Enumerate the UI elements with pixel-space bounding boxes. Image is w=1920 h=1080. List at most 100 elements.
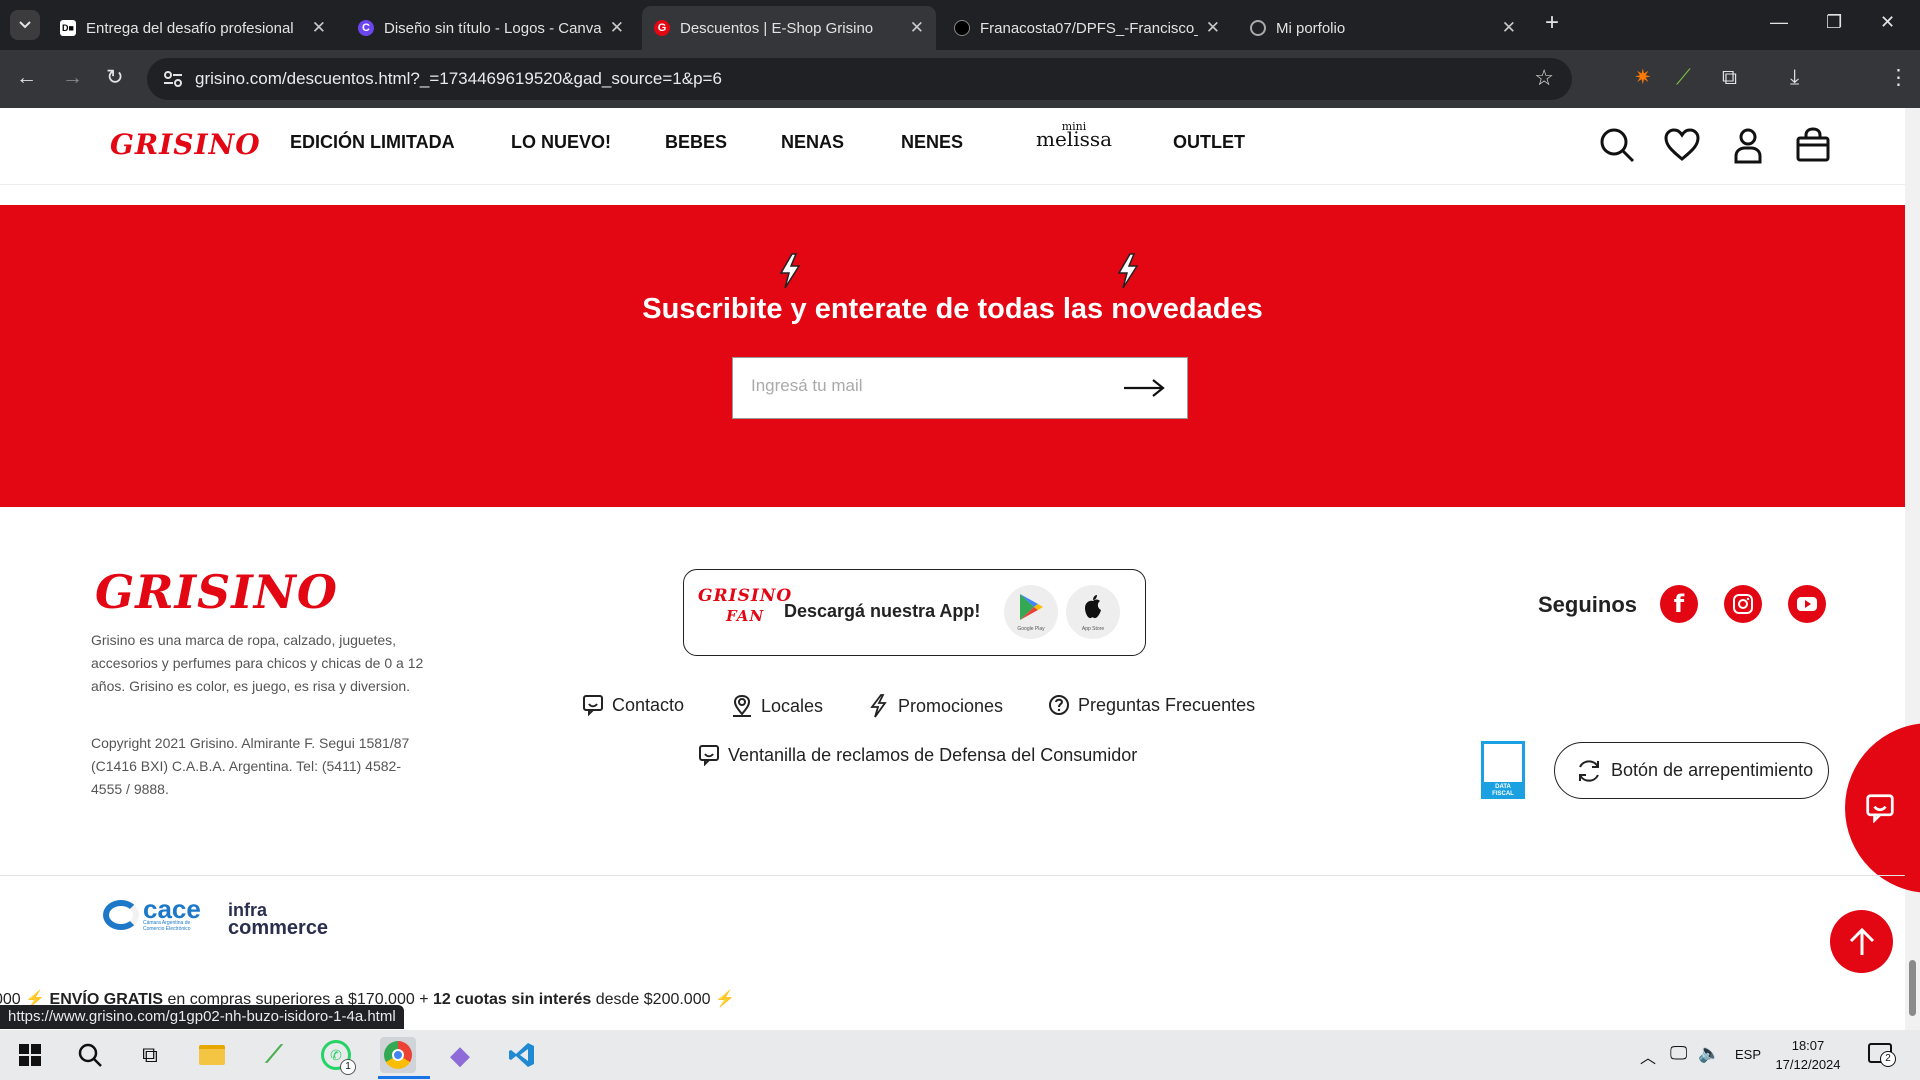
arrow-right-icon[interactable] xyxy=(1123,378,1165,398)
lightning-icon xyxy=(779,253,801,289)
new-tab-button[interactable]: + xyxy=(1545,9,1559,37)
whatsapp-badge: 1 xyxy=(340,1059,356,1075)
chevron-down-icon xyxy=(19,21,31,29)
search-icon[interactable] xyxy=(72,1037,108,1073)
browser-tab[interactable]: D■ Entrega del desafío profesional ✕ xyxy=(48,6,338,50)
stores-link[interactable]: Locales xyxy=(731,694,823,718)
infracommerce-logo[interactable]: infra commerce xyxy=(228,901,328,938)
brand-description: Grisino es una marca de ropa, calzado, j… xyxy=(91,632,424,694)
shopping-bag-icon[interactable] xyxy=(1794,126,1832,164)
minimize-button[interactable]: — xyxy=(1770,12,1788,33)
nav-bebes[interactable]: BEBES xyxy=(665,132,727,153)
menu-kebab-icon[interactable]: ⋮ xyxy=(1888,64,1909,92)
file-explorer-icon[interactable] xyxy=(194,1037,230,1073)
clock-time: 18:07 xyxy=(1791,1038,1825,1053)
facebook-icon[interactable]: f xyxy=(1660,585,1698,623)
data-fiscal-qr[interactable]: DATA FISCAL xyxy=(1481,741,1525,799)
contact-link[interactable]: Contacto xyxy=(582,694,684,716)
browser-tab[interactable]: Mi porfolio ✕ xyxy=(1238,6,1528,50)
search-icon[interactable] xyxy=(1598,126,1636,164)
consumer-complaints-label: Ventanilla de reclamos de Defensa del Co… xyxy=(728,744,1138,765)
nav-outlet[interactable]: OUTLET xyxy=(1173,132,1245,153)
language-indicator[interactable]: ESP xyxy=(1735,1047,1761,1062)
url-text[interactable]: grisino.com/descuentos.html?_=1734469619… xyxy=(195,69,722,89)
refresh-icon xyxy=(1579,759,1599,782)
app-diamond-icon[interactable]: ◆ xyxy=(442,1037,478,1073)
user-icon[interactable] xyxy=(1729,126,1767,164)
site-settings-icon[interactable] xyxy=(163,70,183,88)
data-fiscal-label: DATA FISCAL xyxy=(1492,784,1514,797)
forward-icon[interactable]: → xyxy=(62,64,83,92)
nav-nenas[interactable]: NENAS xyxy=(781,132,844,153)
volume-icon[interactable]: 🔈 xyxy=(1698,1043,1720,1064)
chat-smile-icon xyxy=(583,695,603,716)
scrollbar-thumb[interactable] xyxy=(1909,960,1916,1016)
back-icon[interactable]: ← xyxy=(16,64,37,92)
promotions-label: Promociones xyxy=(898,695,1004,716)
close-icon[interactable]: ✕ xyxy=(910,18,924,38)
footer-divider xyxy=(0,875,1905,876)
notification-icon[interactable]: 2 xyxy=(1868,1043,1896,1067)
reload-icon[interactable]: ↻ xyxy=(106,64,124,92)
app-download-box[interactable]: GRISINO FAN Descargá nuestra App! Google… xyxy=(683,569,1146,656)
extension-chart-icon[interactable]: ⟋ xyxy=(1676,64,1691,92)
puzzle-icon[interactable]: ⧉ xyxy=(1722,64,1737,92)
download-icon[interactable]: ⤓ xyxy=(1790,64,1799,92)
globe-icon xyxy=(1250,20,1266,36)
chat-smile-icon xyxy=(1866,794,1894,823)
close-icon[interactable]: ✕ xyxy=(1502,18,1516,38)
google-play-badge[interactable]: Google Play xyxy=(1004,585,1058,639)
newsletter-title: Suscribite y enterate de todas las noved… xyxy=(642,293,1263,325)
site-header: GRISINO EDICIÓN LIMITADA LO NUEVO! BEBES… xyxy=(0,108,1905,185)
maximize-button[interactable]: ❐ xyxy=(1826,12,1842,33)
browser-tab-active[interactable]: G Descuentos | E-Shop Grisino ✕ xyxy=(642,6,936,50)
tab-search-button[interactable] xyxy=(10,10,40,40)
withdraw-label: Botón de arrepentimiento xyxy=(1611,760,1814,780)
consumer-complaints-link[interactable]: Ventanilla de reclamos de Defensa del Co… xyxy=(698,744,1137,766)
address-bar[interactable]: grisino.com/descuentos.html?_=1734469619… xyxy=(147,58,1572,100)
close-icon[interactable]: ✕ xyxy=(1206,18,1220,38)
chart-app-icon[interactable]: ⟋ xyxy=(256,1037,292,1073)
browser-tab[interactable]: Franacosta07/DPFS_-Francisco_ ✕ xyxy=(942,6,1232,50)
promotions-link[interactable]: Promociones xyxy=(868,694,1003,718)
cace-logo[interactable]: cace Cámara Argentina de Comercio Electr… xyxy=(103,894,213,932)
instagram-icon[interactable] xyxy=(1724,585,1762,623)
close-window-button[interactable]: ✕ xyxy=(1880,12,1895,33)
back-to-top-button[interactable] xyxy=(1830,910,1893,973)
heart-icon[interactable] xyxy=(1663,126,1701,164)
nav-nenes[interactable]: NENES xyxy=(901,132,963,153)
qr-code-icon xyxy=(1484,744,1522,782)
fan-logo-bottom: FAN xyxy=(726,607,765,625)
installments-text: 12 cuotas sin interés xyxy=(432,991,592,1008)
whatsapp-icon[interactable]: ✆ 1 xyxy=(318,1037,356,1075)
close-icon[interactable]: ✕ xyxy=(312,18,326,38)
nav-edicion-limitada[interactable]: EDICIÓN LIMITADA xyxy=(290,132,455,153)
copyright-text: Copyright 2021 Grisino. Almirante F. Seg… xyxy=(91,735,410,797)
app-store-badge[interactable]: App Store xyxy=(1066,585,1120,639)
network-icon[interactable]: 🖵 xyxy=(1670,1043,1687,1064)
extension-icon[interactable]: ✷ xyxy=(1634,64,1652,92)
youtube-icon[interactable] xyxy=(1788,585,1826,623)
browser-tab[interactable]: C Diseño sin título - Logos - Canva ✕ xyxy=(346,6,636,50)
chevron-up-icon[interactable]: ︿ xyxy=(1640,1044,1656,1068)
chrome-icon[interactable] xyxy=(380,1037,416,1073)
tab-title: Mi porfolio xyxy=(1276,19,1346,37)
withdraw-button[interactable]: Botón de arrepentimiento xyxy=(1554,742,1829,799)
cace-emblem-icon xyxy=(103,900,139,930)
clock[interactable]: 18:07 17/12/2024 xyxy=(1773,1036,1843,1074)
nav-lo-nuevo[interactable]: LO NUEVO! xyxy=(511,132,611,153)
vscode-icon[interactable] xyxy=(504,1037,540,1073)
grisino-logo[interactable]: GRISINO xyxy=(110,128,261,161)
task-view-icon[interactable]: ⧉ xyxy=(132,1037,168,1073)
email-field[interactable] xyxy=(751,376,1111,396)
browser-tab-bar: D■ Entrega del desafío profesional ✕ C D… xyxy=(0,0,1920,50)
cace-name: cace xyxy=(143,894,201,924)
nav-mini-melissa[interactable]: mini melissa xyxy=(1036,120,1112,149)
bookmark-star-icon[interactable]: ☆ xyxy=(1534,65,1554,91)
footer-grisino-logo[interactable]: GRISINO xyxy=(95,565,338,619)
faq-link[interactable]: Preguntas Frecuentes xyxy=(1048,694,1255,716)
faq-label: Preguntas Frecuentes xyxy=(1078,694,1256,715)
close-icon[interactable]: ✕ xyxy=(610,18,624,38)
windows-start-icon[interactable] xyxy=(12,1037,48,1073)
doc-favicon-icon: D■ xyxy=(60,20,76,36)
